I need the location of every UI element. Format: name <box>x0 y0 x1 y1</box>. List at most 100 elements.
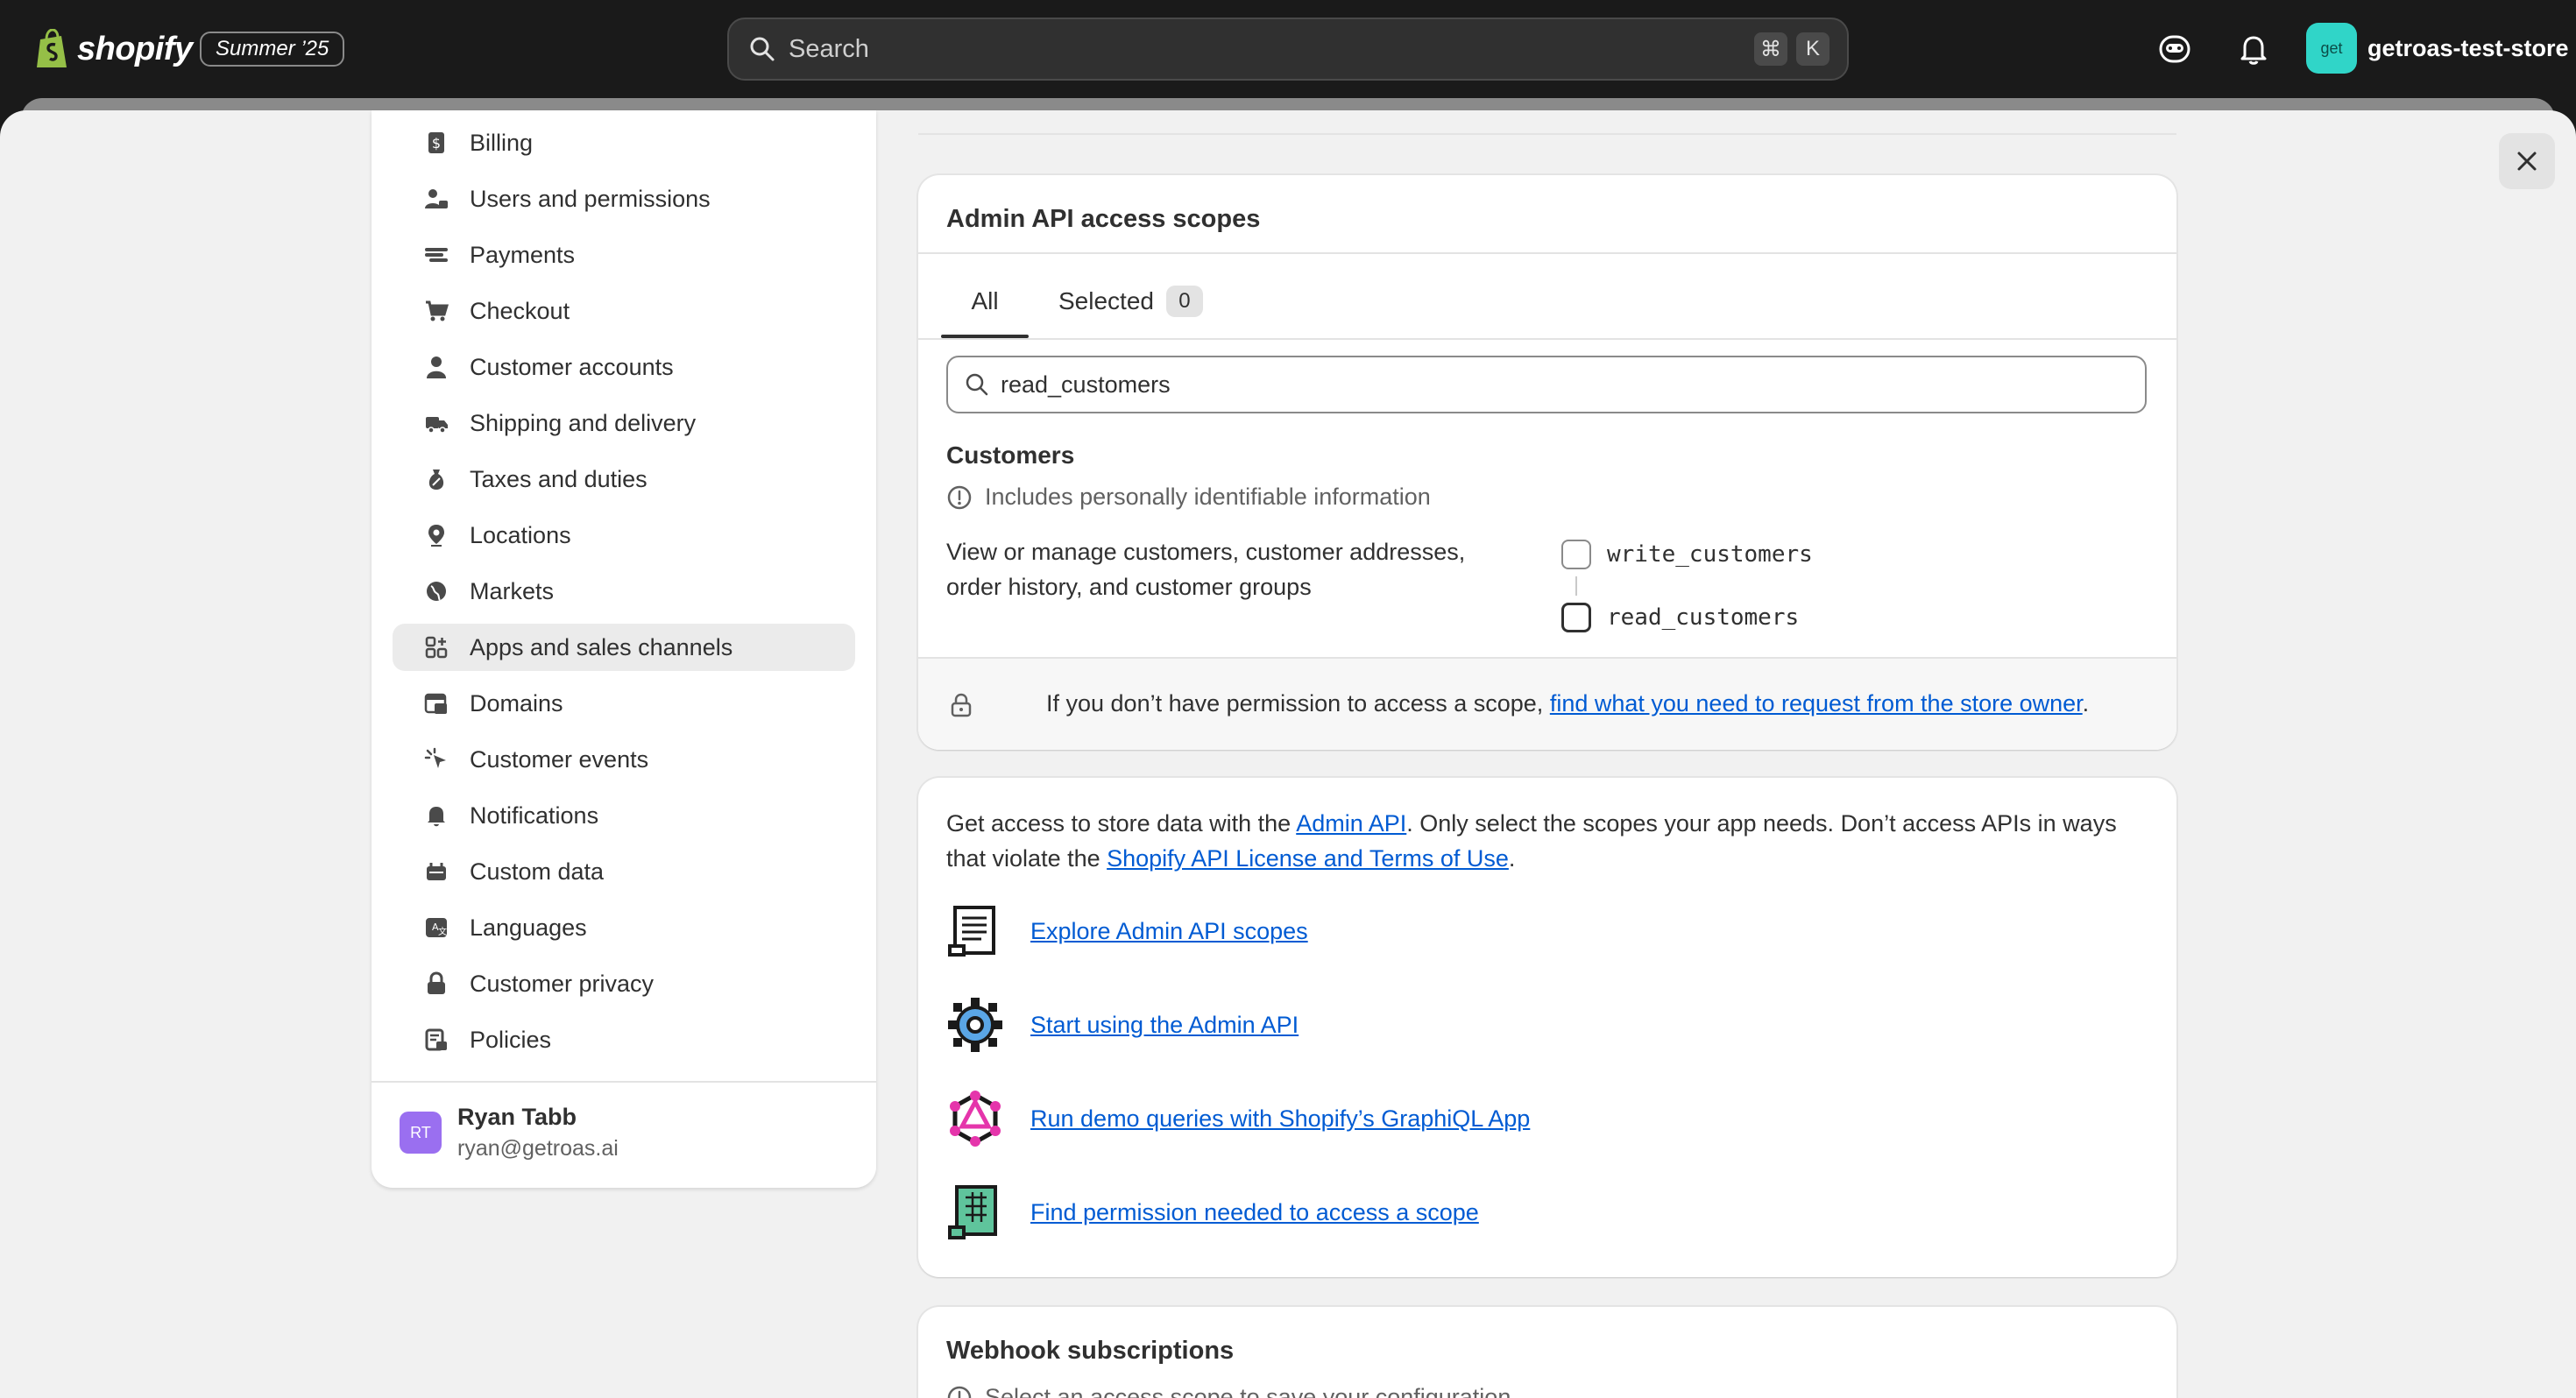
sidebar-item-taxes[interactable]: Taxes and duties <box>393 455 855 503</box>
sidebar-item-languages[interactable]: A文 Languages <box>393 904 855 951</box>
scope-name: read_customers <box>1607 604 1800 631</box>
request-permission-link[interactable]: find what you need to request from the s… <box>1550 690 2083 717</box>
resource-graphiql[interactable]: Run demo queries with Shopify’s GraphiQL… <box>946 1090 1530 1147</box>
sidebar-item-billing[interactable]: $ Billing <box>393 119 855 166</box>
bell-icon <box>428 807 445 827</box>
sidebar-item-users[interactable]: Users and permissions <box>393 175 855 222</box>
admin-api-info-text: Get access to store data with the Admin … <box>946 806 2147 876</box>
tab-all[interactable]: All <box>941 263 1029 340</box>
graphql-icon <box>950 1091 1001 1147</box>
user-email: ryan@getroas.ai <box>457 1136 619 1161</box>
resource-explore-scopes[interactable]: Explore Admin API scopes <box>946 902 1308 960</box>
info-text-part: . <box>1508 845 1516 872</box>
admin-api-scopes-card: Admin API access scopes All Selected 0 r… <box>918 175 2176 750</box>
info-text-part: Get access to store data with the <box>946 810 1297 837</box>
store-switcher[interactable]: get getroas-test-store <box>2306 23 2569 74</box>
scope-group-title: Customers <box>946 441 1075 469</box>
globe-icon <box>427 582 446 601</box>
sidebar-item-policies[interactable]: Policies <box>393 1016 855 1063</box>
license-terms-link[interactable]: Shopify API License and Terms of Use <box>1107 845 1509 872</box>
content-top-divider <box>918 133 2176 135</box>
cursor-icon <box>424 747 446 768</box>
sidebar-item-payments[interactable]: Payments <box>393 231 855 279</box>
sidebar-item-label: Customer events <box>470 745 649 773</box>
settings-sidebar: $ Billing Users and permissions Payments… <box>372 110 876 1188</box>
resource-link[interactable]: Start using the Admin API <box>1030 1012 1299 1039</box>
sidebar-divider <box>372 1081 876 1083</box>
policies-icon <box>425 1028 447 1051</box>
sidebar-item-notifications[interactable]: Notifications <box>393 792 855 839</box>
sidebar-item-locations[interactable]: Locations <box>393 512 855 559</box>
shortcut-key-k: K <box>1796 32 1829 66</box>
brand-name: shopify <box>77 30 193 67</box>
sidebar-item-privacy[interactable]: Customer privacy <box>393 960 855 1007</box>
search-icon <box>750 37 775 61</box>
global-search[interactable]: Search ⌘ K <box>727 18 1849 81</box>
lock-icon <box>951 693 972 717</box>
search-icon <box>966 373 988 396</box>
sidebar-item-shipping[interactable]: Shipping and delivery <box>393 399 855 447</box>
sidebar-item-checkout[interactable]: Checkout <box>393 287 855 335</box>
scope-write-customers[interactable]: write_customers <box>1561 540 1813 569</box>
resource-link[interactable]: Explore Admin API scopes <box>1030 918 1308 945</box>
bell-icon[interactable] <box>2236 32 2271 67</box>
gear-icon <box>948 998 1002 1052</box>
sidebar-item-label: Custom data <box>470 858 605 885</box>
edition-badge[interactable]: Summer ’25 <box>200 32 345 67</box>
admin-api-info-card: Get access to store data with the Admin … <box>918 778 2176 1277</box>
custom-data-icon <box>427 863 446 880</box>
webhook-note: Select an access scope to save your conf… <box>946 1384 1511 1398</box>
resource-link[interactable]: Run demo queries with Shopify’s GraphiQL… <box>1030 1105 1530 1133</box>
tabs-divider <box>918 338 2176 340</box>
scroll-icon <box>948 906 995 957</box>
store-name: getroas-test-store <box>2367 34 2569 61</box>
sidebar-item-customer-events[interactable]: Customer events <box>393 736 855 783</box>
person-icon <box>427 357 446 378</box>
sidebar-item-label: Policies <box>470 1026 552 1053</box>
scope-read-customers[interactable]: read_customers <box>1561 603 1799 632</box>
svg-text:$: $ <box>432 135 441 152</box>
sidebar-item-domains[interactable]: Domains <box>393 680 855 727</box>
shopify-logo[interactable]: shopify <box>35 26 193 72</box>
pii-note: Includes personally identifiable informa… <box>946 484 1431 511</box>
sidebar-item-label: Domains <box>470 689 563 717</box>
shortcut-key-cmd: ⌘ <box>1754 32 1787 66</box>
sidebar-item-label: Apps and sales channels <box>470 633 733 660</box>
user-profile[interactable]: RT Ryan Tabb ryan@getroas.ai <box>400 1104 619 1161</box>
admin-api-link[interactable]: Admin API <box>1296 810 1406 837</box>
sidebar-item-markets[interactable]: Markets <box>393 568 855 615</box>
tab-selected-label: Selected <box>1058 287 1154 314</box>
resource-find-permission[interactable]: Find permission needed to access a scope <box>946 1183 1479 1241</box>
scope-search-input[interactable]: read_customers <box>946 356 2147 413</box>
sidebar-item-customer-accounts[interactable]: Customer accounts <box>393 343 855 391</box>
domains-icon <box>424 693 447 714</box>
sidebar-item-label: Locations <box>470 521 571 548</box>
scope-checkbox[interactable] <box>1561 540 1591 569</box>
sidekick-icon[interactable] <box>2157 32 2192 67</box>
card-divider <box>918 252 2176 254</box>
location-icon <box>428 525 444 547</box>
search-value: read_customers <box>1001 371 1171 398</box>
sidebar-item-label: Taxes and duties <box>470 465 648 492</box>
scope-checkbox[interactable] <box>1561 603 1591 632</box>
close-icon <box>2517 152 2537 171</box>
pii-text: Includes personally identifiable informa… <box>985 484 1431 510</box>
sidebar-item-apps[interactable]: Apps and sales channels <box>393 624 855 671</box>
sidebar-item-custom-data[interactable]: Custom data <box>393 848 855 895</box>
billing-icon: $ <box>428 132 444 153</box>
sidebar-item-label: Customer accounts <box>470 353 674 380</box>
webhook-subscriptions-card: Webhook subscriptions Select an access s… <box>918 1307 2176 1398</box>
webhook-note-text: Select an access scope to save your conf… <box>985 1384 1511 1398</box>
card-title: Webhook subscriptions <box>946 1337 1235 1365</box>
tab-selected[interactable]: Selected 0 <box>1058 263 1203 340</box>
sidebar-item-label: Shipping and delivery <box>470 409 697 436</box>
resource-link[interactable]: Find permission needed to access a scope <box>1030 1199 1479 1226</box>
cart-icon <box>426 300 449 321</box>
close-button[interactable] <box>2499 133 2555 189</box>
shopify-bag-icon <box>37 29 67 67</box>
card-title: Admin API access scopes <box>946 205 1261 233</box>
sidebar-item-label: Payments <box>470 241 576 268</box>
tax-icon <box>428 470 444 490</box>
truck-icon <box>426 417 448 434</box>
resource-start-admin-api[interactable]: Start using the Admin API <box>946 996 1299 1054</box>
